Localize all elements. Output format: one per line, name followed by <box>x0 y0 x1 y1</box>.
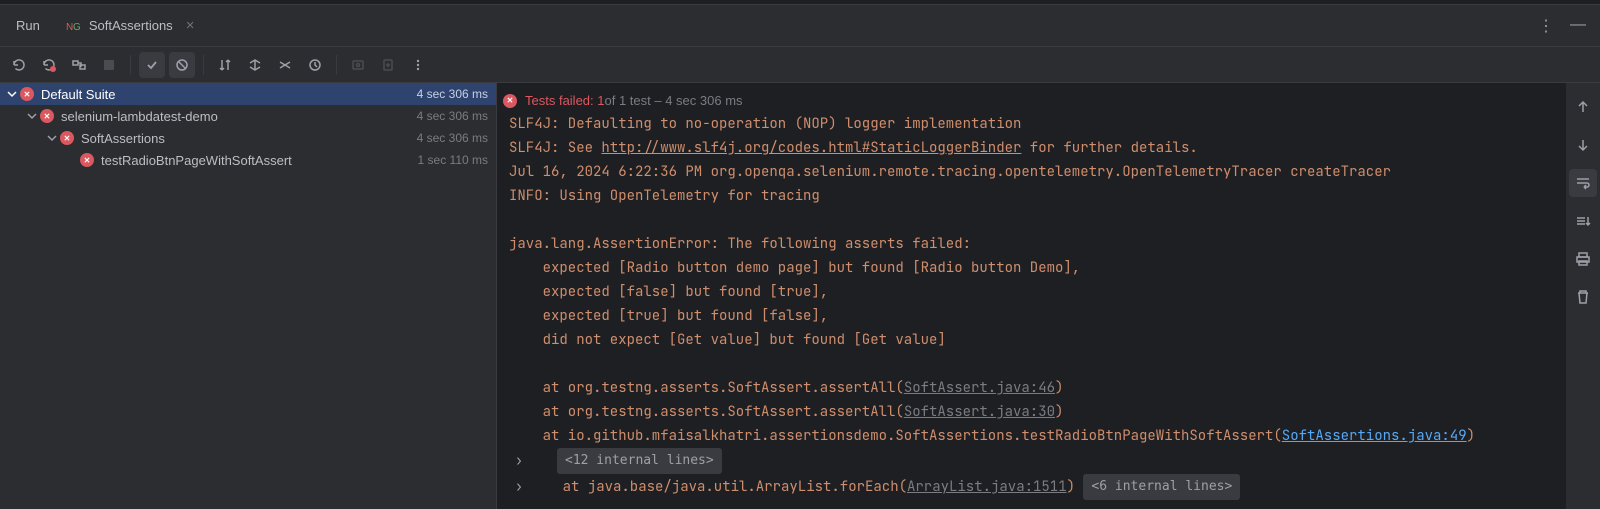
tab-label: SoftAssertions <box>89 18 173 33</box>
scroll-down-button[interactable] <box>1569 131 1597 159</box>
stack-line: at org.testng.asserts.SoftAssert.assertA… <box>497 376 1556 400</box>
tree-label: Default Suite <box>41 87 417 102</box>
console-blank <box>497 352 1556 376</box>
scroll-up-button[interactable] <box>1569 93 1597 121</box>
show-ignored-button[interactable] <box>169 52 195 78</box>
fail-icon <box>80 153 94 167</box>
console-line: expected [false] but found [true], <box>497 280 1556 304</box>
source-link[interactable]: SoftAssertions.java:49 <box>1282 427 1467 445</box>
rerun-failed-button[interactable] <box>36 52 62 78</box>
fold-badge[interactable]: <12 internal lines> <box>557 448 722 474</box>
separator <box>130 55 131 75</box>
tool-window-tab-bar: Run NG SoftAssertions × ⋮ — <box>0 5 1600 47</box>
run-toolbar <box>0 47 1600 83</box>
soft-wrap-button[interactable] <box>1569 169 1597 197</box>
tab-actions: ⋮ — <box>1538 16 1600 36</box>
run-label: Run <box>0 18 56 33</box>
fail-icon <box>40 109 54 123</box>
test-history-button[interactable] <box>302 52 328 78</box>
fail-icon <box>20 87 34 101</box>
stack-line: › at java.base/java.util.ArrayList.forEa… <box>497 474 1556 500</box>
console-line: expected [Radio button demo page] but fo… <box>497 256 1556 280</box>
export-tests-button <box>375 52 401 78</box>
console-line: SLF4J: See http://www.slf4j.org/codes.ht… <box>497 136 1556 160</box>
minimize-icon[interactable]: — <box>1570 16 1586 36</box>
test-tree[interactable]: Default Suite 4 sec 306 ms selenium-lamb… <box>0 83 497 509</box>
test-status-line: Tests failed: 1 of 1 test – 4 sec 306 ms <box>497 89 1556 112</box>
close-icon[interactable]: × <box>186 17 195 34</box>
status-rest: of 1 test – 4 sec 306 ms <box>605 93 743 108</box>
chevron-right-icon[interactable]: › <box>509 449 529 473</box>
source-link[interactable]: ArrayList.java:1511 <box>907 475 1067 499</box>
tree-time: 4 sec 306 ms <box>417 131 488 145</box>
clear-all-button[interactable] <box>1569 283 1597 311</box>
source-link[interactable]: SoftAssert.java:46 <box>904 379 1055 397</box>
console-line: java.lang.AssertionError: The following … <box>497 232 1556 256</box>
console-blank <box>497 208 1556 232</box>
tree-time: 4 sec 306 ms <box>417 87 488 101</box>
expand-all-button[interactable] <box>242 52 268 78</box>
fail-count: Tests failed: 1 <box>525 93 605 108</box>
chevron-down-icon[interactable] <box>44 130 60 146</box>
tree-test-row[interactable]: testRadioBtnPageWithSoftAssert 1 sec 110… <box>0 149 496 171</box>
show-passed-button[interactable] <box>139 52 165 78</box>
console-line: expected [true] but found [false], <box>497 304 1556 328</box>
console-line: INFO: Using OpenTelemetry for tracing <box>497 184 1556 208</box>
import-tests-button <box>345 52 371 78</box>
console-line: Jul 16, 2024 6:22:36 PM org.openqa.selen… <box>497 160 1556 184</box>
more-options-button[interactable] <box>405 52 431 78</box>
fold-badge[interactable]: <6 internal lines> <box>1083 474 1240 500</box>
main-area: Default Suite 4 sec 306 ms selenium-lamb… <box>0 83 1600 509</box>
more-icon[interactable]: ⋮ <box>1538 16 1554 36</box>
separator <box>203 55 204 75</box>
sort-button[interactable] <box>212 52 238 78</box>
slf4j-link[interactable]: http://www.slf4j.org/codes.html#StaticLo… <box>601 139 1021 157</box>
console-line: SLF4J: Defaulting to no-operation (NOP) … <box>497 112 1556 136</box>
separator <box>336 55 337 75</box>
tree-label: SoftAssertions <box>81 131 417 146</box>
collapse-all-button[interactable] <box>272 52 298 78</box>
testng-icon: NG <box>66 19 82 33</box>
stack-line: at io.github.mfaisalkhatri.assertionsdem… <box>497 424 1556 448</box>
tree-time: 1 sec 110 ms <box>418 153 488 167</box>
tree-label: testRadioBtnPageWithSoftAssert <box>101 153 418 168</box>
source-link[interactable]: SoftAssert.java:30 <box>904 403 1055 421</box>
console-line: did not expect [Get value] but found [Ge… <box>497 328 1556 352</box>
tab-softassertions[interactable]: NG SoftAssertions × <box>56 5 205 46</box>
tree-suite-row[interactable]: Default Suite 4 sec 306 ms <box>0 83 496 105</box>
console-gutter <box>1566 83 1600 509</box>
chevron-down-icon[interactable] <box>24 108 40 124</box>
chevron-right-icon[interactable]: › <box>509 475 529 499</box>
tree-label: selenium-lambdatest-demo <box>61 109 417 124</box>
console-wrap: Tests failed: 1 of 1 test – 4 sec 306 ms… <box>497 83 1600 509</box>
scroll-to-end-button[interactable] <box>1569 207 1597 235</box>
tree-module-row[interactable]: selenium-lambdatest-demo 4 sec 306 ms <box>0 105 496 127</box>
stack-line: at org.testng.asserts.SoftAssert.assertA… <box>497 400 1556 424</box>
print-button[interactable] <box>1569 245 1597 273</box>
fail-icon <box>60 131 74 145</box>
fail-icon <box>503 94 517 108</box>
fold-line[interactable]: › <12 internal lines> <box>497 448 1556 474</box>
chevron-down-icon[interactable] <box>4 86 20 102</box>
tree-class-row[interactable]: SoftAssertions 4 sec 306 ms <box>0 127 496 149</box>
tree-time: 4 sec 306 ms <box>417 109 488 123</box>
toggle-autotest-button[interactable] <box>66 52 92 78</box>
console-output[interactable]: Tests failed: 1 of 1 test – 4 sec 306 ms… <box>497 83 1566 509</box>
stop-button <box>96 52 122 78</box>
svg-text:G: G <box>73 22 81 32</box>
rerun-button[interactable] <box>6 52 32 78</box>
